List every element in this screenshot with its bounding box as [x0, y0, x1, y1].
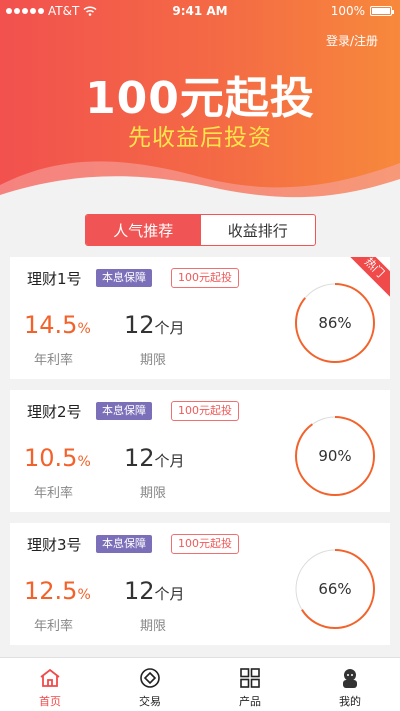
min-invest-tag: 100元起投 — [171, 534, 239, 554]
product-name: 理财1号 — [27, 270, 82, 288]
product-name: 理财3号 — [27, 536, 82, 554]
hero-subtitle: 先收益后投资 — [128, 125, 272, 151]
tab-trade-label: 交易 — [139, 695, 161, 708]
grid-icon — [240, 668, 260, 688]
guarantee-tag: 本息保障 — [96, 402, 152, 420]
term-value: 12个月 — [124, 311, 185, 339]
term-label: 期限 — [140, 486, 167, 501]
progress-percent: 66% — [318, 580, 352, 598]
tab-bar: 首页 交易 产品 我的 — [0, 657, 400, 711]
min-invest-tag: 100元起投 — [171, 401, 239, 421]
product-card[interactable]: 理财3号 本息保障 100元起投 12.5% 12个月 年利率 期限 66% — [10, 523, 390, 645]
progress-percent: 90% — [318, 447, 352, 465]
tab-mine[interactable]: 我的 — [300, 658, 400, 711]
annual-rate-label: 年利率 — [34, 619, 74, 634]
login-register-link[interactable]: 登录/注册 — [326, 32, 378, 49]
tab-home[interactable]: 首页 — [0, 658, 100, 711]
tab-trade[interactable]: 交易 — [100, 658, 200, 711]
tab-popular[interactable]: 人气推荐 — [86, 215, 201, 245]
battery-percent: 100% — [330, 4, 365, 18]
product-card[interactable]: 理财2号 本息保障 100元起投 10.5% 12个月 年利率 期限 90% — [10, 390, 390, 512]
term-label: 期限 — [140, 353, 167, 368]
hero-wave — [0, 161, 400, 205]
annual-rate-label: 年利率 — [34, 486, 74, 501]
term-value: 12个月 — [124, 577, 185, 605]
home-icon — [40, 668, 60, 687]
term-value: 12个月 — [124, 444, 185, 472]
tab-products[interactable]: 产品 — [200, 658, 300, 711]
guarantee-tag: 本息保障 — [96, 535, 152, 553]
user-icon — [343, 669, 357, 688]
progress-percent: 86% — [318, 314, 352, 332]
segment-control: 人气推荐 收益排行 — [85, 214, 316, 246]
annual-rate: 14.5% — [24, 311, 91, 339]
annual-rate: 12.5% — [24, 577, 91, 605]
hero-title: 100元起投 — [85, 73, 315, 124]
tab-products-label: 产品 — [239, 695, 261, 708]
tab-home-label: 首页 — [39, 695, 61, 708]
status-bar: AT&T 9:41 AM 100% — [0, 0, 400, 22]
term-label: 期限 — [140, 619, 167, 634]
trade-icon — [140, 668, 160, 688]
annual-rate: 10.5% — [24, 444, 91, 472]
tab-mine-label: 我的 — [339, 695, 361, 708]
guarantee-tag: 本息保障 — [96, 269, 152, 287]
product-name: 理财2号 — [27, 403, 82, 421]
tab-yield-ranking[interactable]: 收益排行 — [201, 215, 316, 245]
min-invest-tag: 100元起投 — [171, 268, 239, 288]
product-card[interactable]: 理财1号 本息保障 100元起投 14.5% 12个月 年利率 期限 86% 热… — [10, 257, 390, 379]
annual-rate-label: 年利率 — [34, 353, 74, 368]
battery-icon — [370, 6, 394, 16]
